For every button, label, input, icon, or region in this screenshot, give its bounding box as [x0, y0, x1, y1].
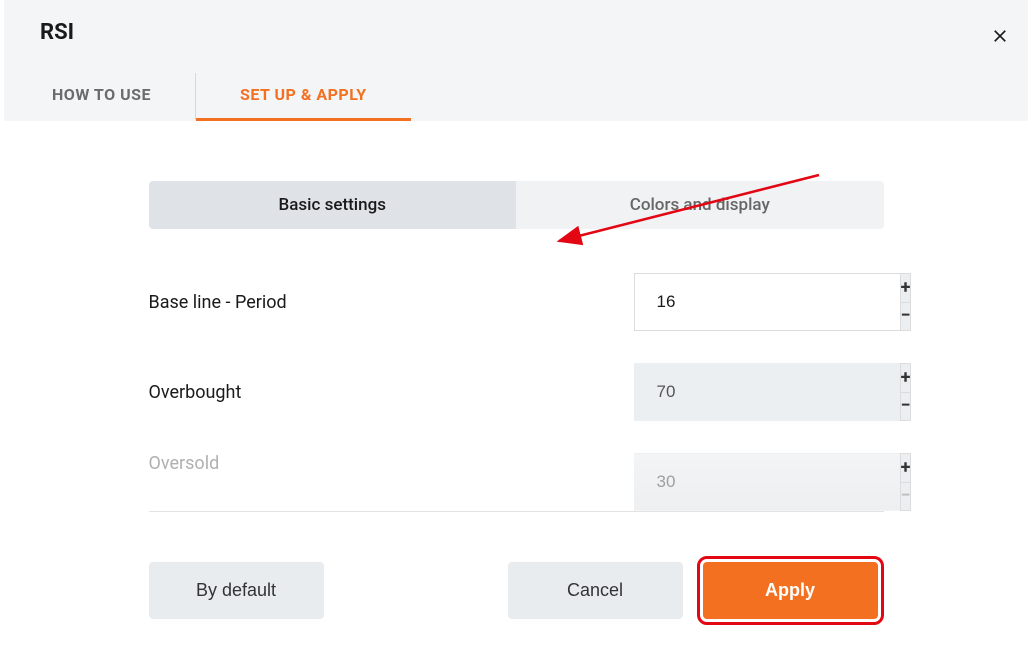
- plus-icon: +: [901, 459, 911, 477]
- sub-tabs: Basic settings Colors and display: [149, 181, 884, 229]
- tab-setup-apply[interactable]: SET UP & APPLY: [196, 73, 411, 121]
- close-icon: [990, 26, 1010, 46]
- tab-how-to-use[interactable]: HOW TO USE: [34, 73, 196, 121]
- overbought-label: Overbought: [149, 382, 242, 403]
- baseline-stepper: + −: [634, 273, 884, 331]
- minus-icon: −: [901, 397, 911, 415]
- baseline-increment[interactable]: +: [900, 273, 912, 303]
- minus-icon: −: [901, 487, 911, 505]
- by-default-button[interactable]: By default: [149, 562, 324, 619]
- oversold-stepper: + −: [634, 453, 884, 511]
- overbought-stepper: + −: [634, 363, 884, 421]
- oversold-decrement[interactable]: −: [900, 483, 912, 512]
- overbought-decrement[interactable]: −: [900, 393, 912, 422]
- row-baseline: Base line - Period + −: [149, 273, 884, 331]
- cancel-button[interactable]: Cancel: [508, 562, 683, 619]
- baseline-label: Base line - Period: [149, 292, 287, 313]
- main-tabs: HOW TO USE SET UP & APPLY: [34, 73, 998, 121]
- plus-icon: +: [901, 369, 911, 387]
- dialog-title: RSI: [34, 20, 998, 45]
- subtab-basic-settings[interactable]: Basic settings: [149, 181, 517, 229]
- content-area: Basic settings Colors and display Base l…: [4, 121, 1028, 625]
- apply-button[interactable]: Apply: [703, 562, 878, 619]
- plus-icon: +: [901, 279, 911, 297]
- overbought-increment[interactable]: +: [900, 363, 912, 393]
- minus-icon: −: [901, 307, 911, 325]
- dialog-footer: By default Cancel Apply: [149, 556, 884, 625]
- oversold-label: Oversold: [149, 453, 220, 474]
- oversold-increment[interactable]: +: [900, 453, 912, 483]
- dialog-header: RSI HOW TO USE SET UP & APPLY: [4, 0, 1028, 121]
- baseline-decrement[interactable]: −: [900, 303, 912, 332]
- oversold-input[interactable]: [634, 453, 900, 511]
- overbought-input[interactable]: [634, 363, 900, 421]
- close-button[interactable]: [986, 22, 1014, 54]
- apply-highlight: Apply: [697, 556, 884, 625]
- subtab-colors-display[interactable]: Colors and display: [516, 181, 884, 229]
- baseline-input[interactable]: [634, 273, 900, 331]
- row-overbought: Overbought + −: [149, 363, 884, 421]
- row-oversold: Oversold + −: [149, 453, 884, 512]
